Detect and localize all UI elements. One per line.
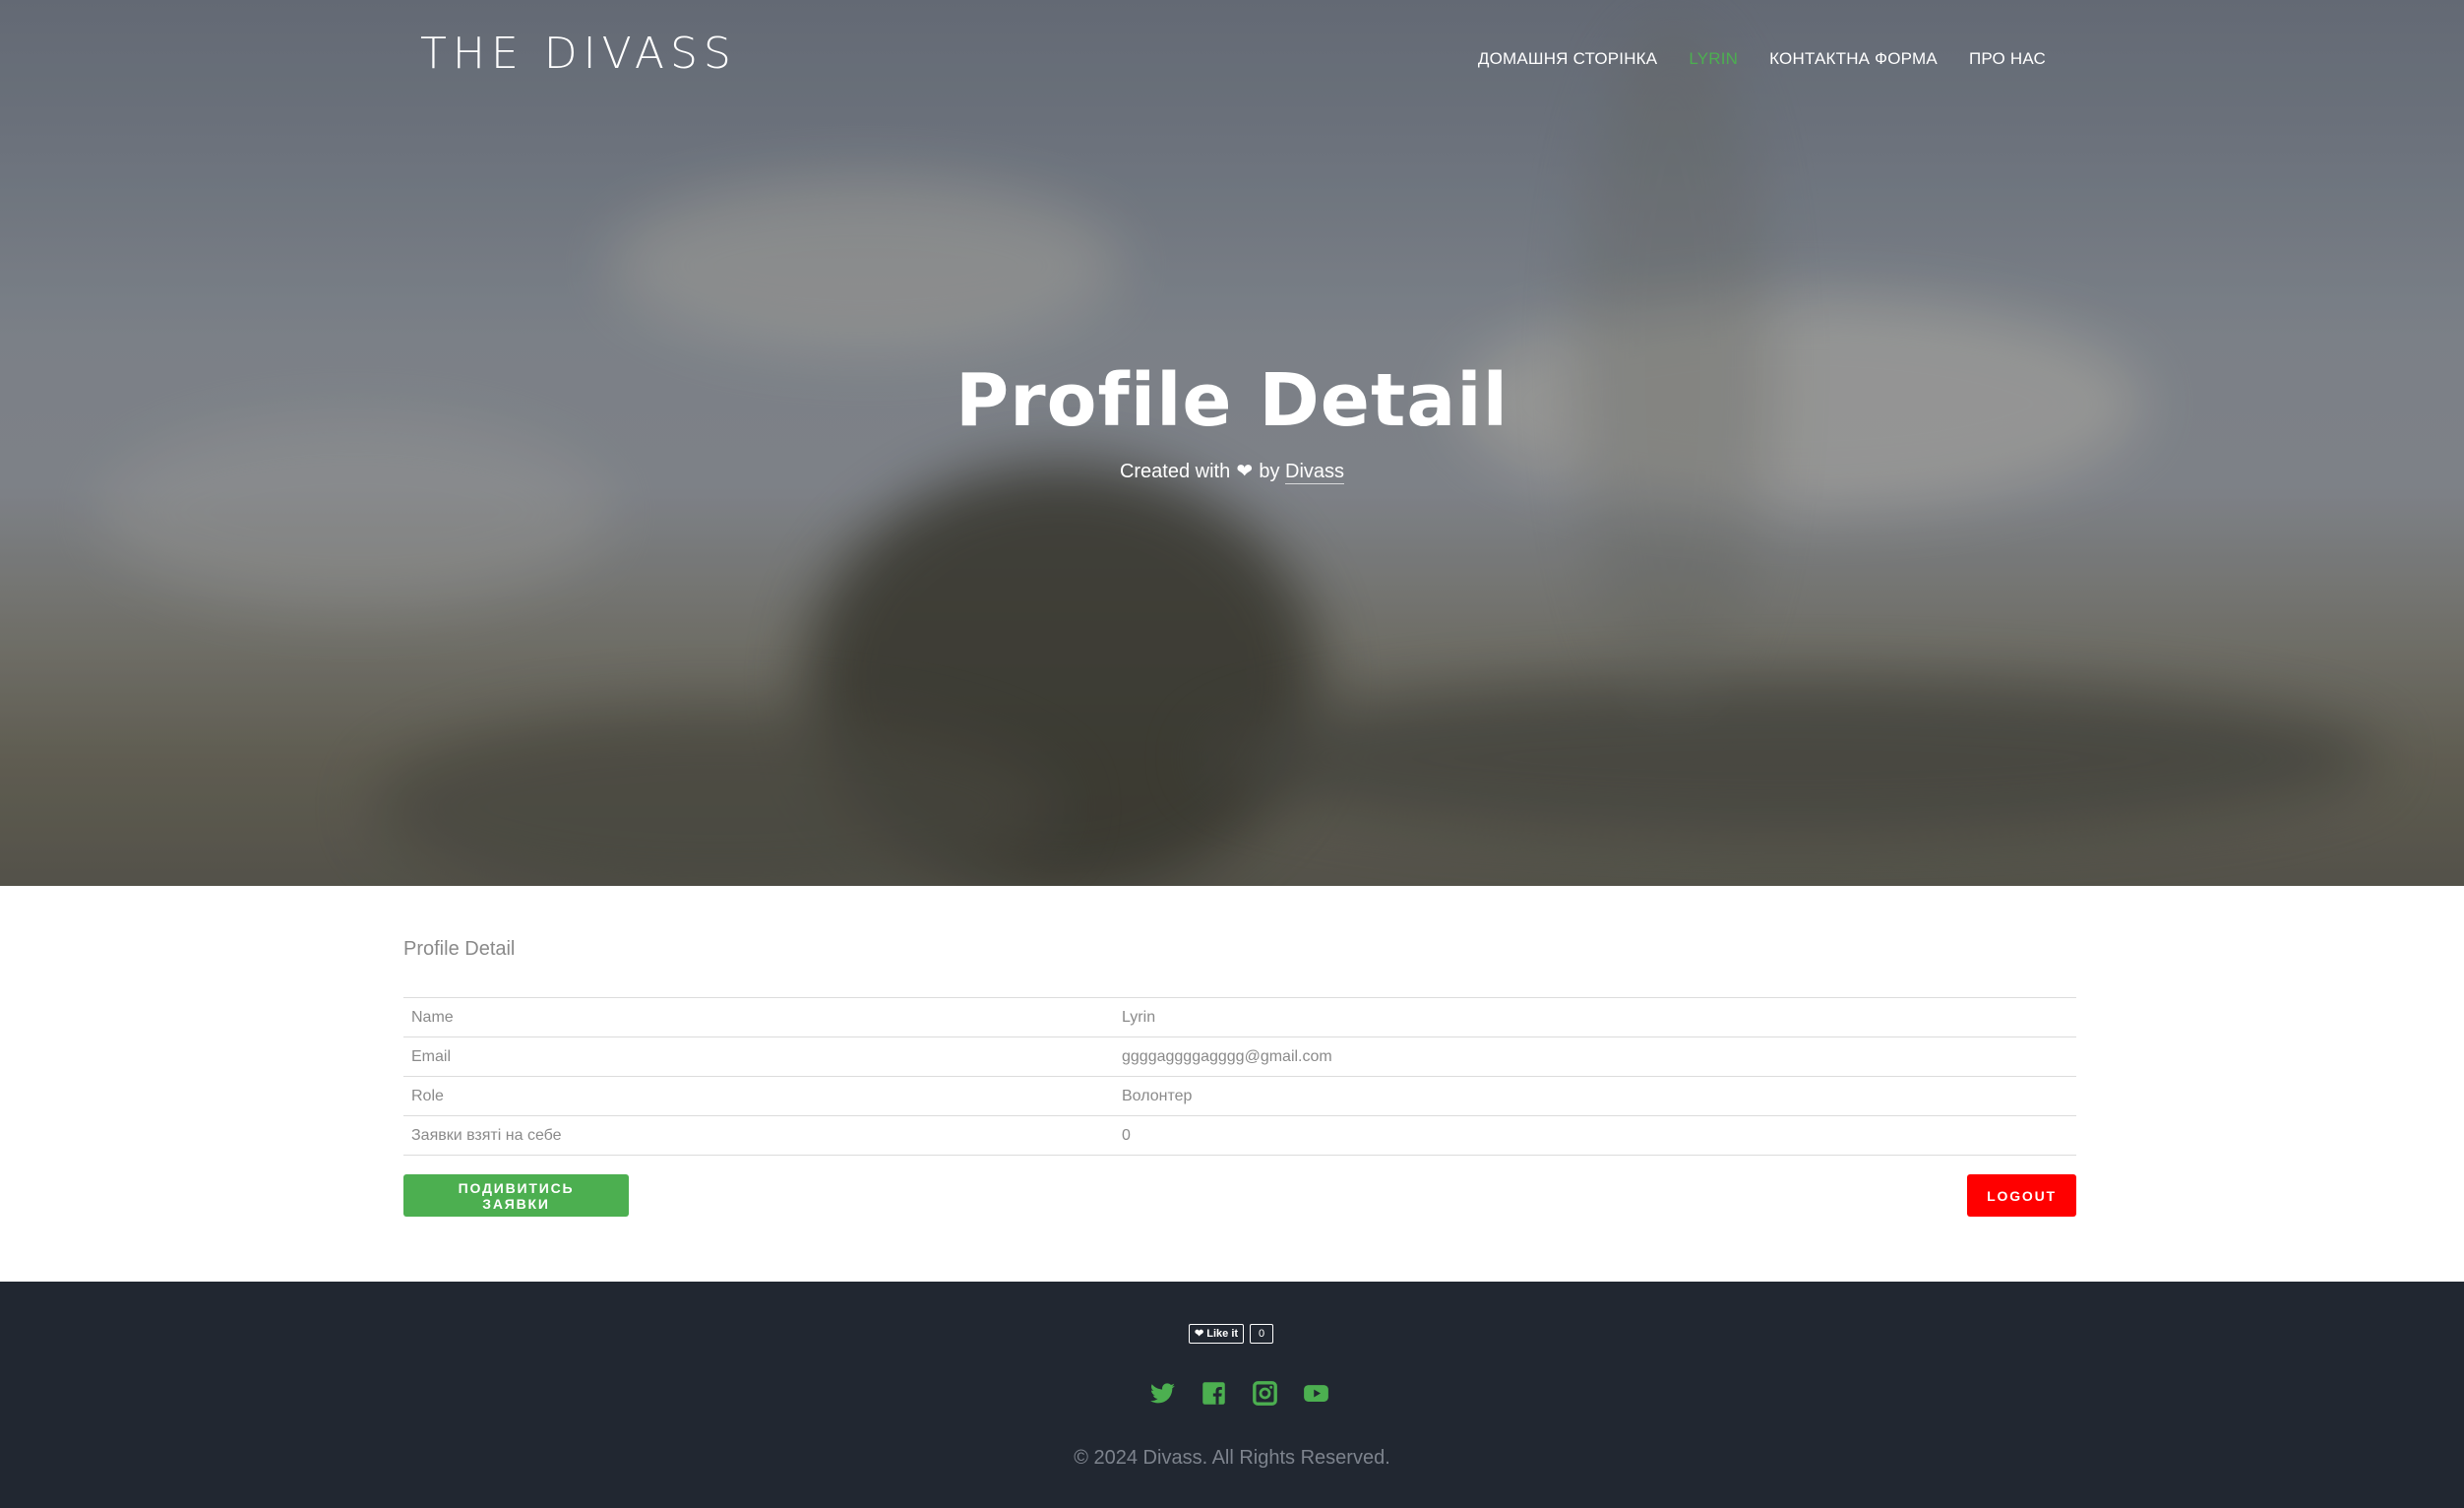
nav-about[interactable]: ПРО НАС [1969,45,2046,73]
site-footer: ❤ Like it 0 © 2024 Divass. All Rights Re… [0,1282,2464,1508]
like-button[interactable]: ❤ Like it [1189,1324,1245,1344]
view-requests-button[interactable]: ПОДИВИТИСЬ ЗАЯВКИ [403,1174,629,1217]
author-link[interactable]: Divass [1285,461,1345,484]
table-row: Email ggggaggggagggg@gmail.com [403,1037,2076,1077]
row-value: ggggaggggagggg@gmail.com [1122,1047,1332,1065]
main-nav: ДОМАШНЯ СТОРІНКА LYRIN КОНТАКТНА ФОРМА П… [1478,45,2046,73]
profile-table: Name Lyrin Email ggggaggggagggg@gmail.co… [403,997,2076,1156]
row-label: Заявки взяті на себе [411,1126,562,1144]
facebook-icon[interactable] [1201,1380,1227,1407]
site-logo[interactable]: THE DIVASS [420,30,737,79]
heart-icon: ❤ [1195,1328,1204,1340]
nav-profile-lyrin[interactable]: LYRIN [1689,45,1738,73]
twitter-icon[interactable] [1149,1380,1176,1407]
like-widget: ❤ Like it 0 [1189,1324,1274,1344]
table-row: Name Lyrin [403,997,2076,1037]
row-label: Role [411,1087,444,1104]
social-links [1149,1380,1329,1407]
table-row: Role Волонтер [403,1076,2076,1116]
row-value: Lyrin [1122,1008,1156,1026]
hero-subtitle: Created with ❤ by Divass [0,459,2464,484]
like-label: Like it [1206,1328,1239,1340]
heart-icon: ❤ [1236,461,1254,482]
hero-title: Profile Detail [955,358,1509,443]
youtube-icon[interactable] [1303,1380,1329,1407]
table-row: Заявки взяті на себе 0 [403,1115,2076,1156]
nav-contact-form[interactable]: КОНТАКТНА ФОРМА [1769,45,1938,73]
like-count: 0 [1250,1324,1274,1344]
row-label: Email [411,1047,452,1065]
section-title: Profile Detail [403,938,516,960]
row-value: Волонтер [1122,1087,1193,1104]
logout-button[interactable]: LOGOUT [1967,1174,2076,1217]
subtitle-prefix: Created with [1119,461,1231,482]
row-label: Name [411,1008,454,1026]
subtitle-by: by [1259,461,1280,482]
copyright-text: © 2024 Divass. All Rights Reserved. [1074,1447,1390,1469]
row-value: 0 [1122,1126,1131,1144]
hero-banner: THE DIVASS ДОМАШНЯ СТОРІНКА LYRIN КОНТАК… [0,0,2464,886]
nav-home[interactable]: ДОМАШНЯ СТОРІНКА [1478,45,1657,73]
instagram-icon[interactable] [1252,1380,1278,1407]
